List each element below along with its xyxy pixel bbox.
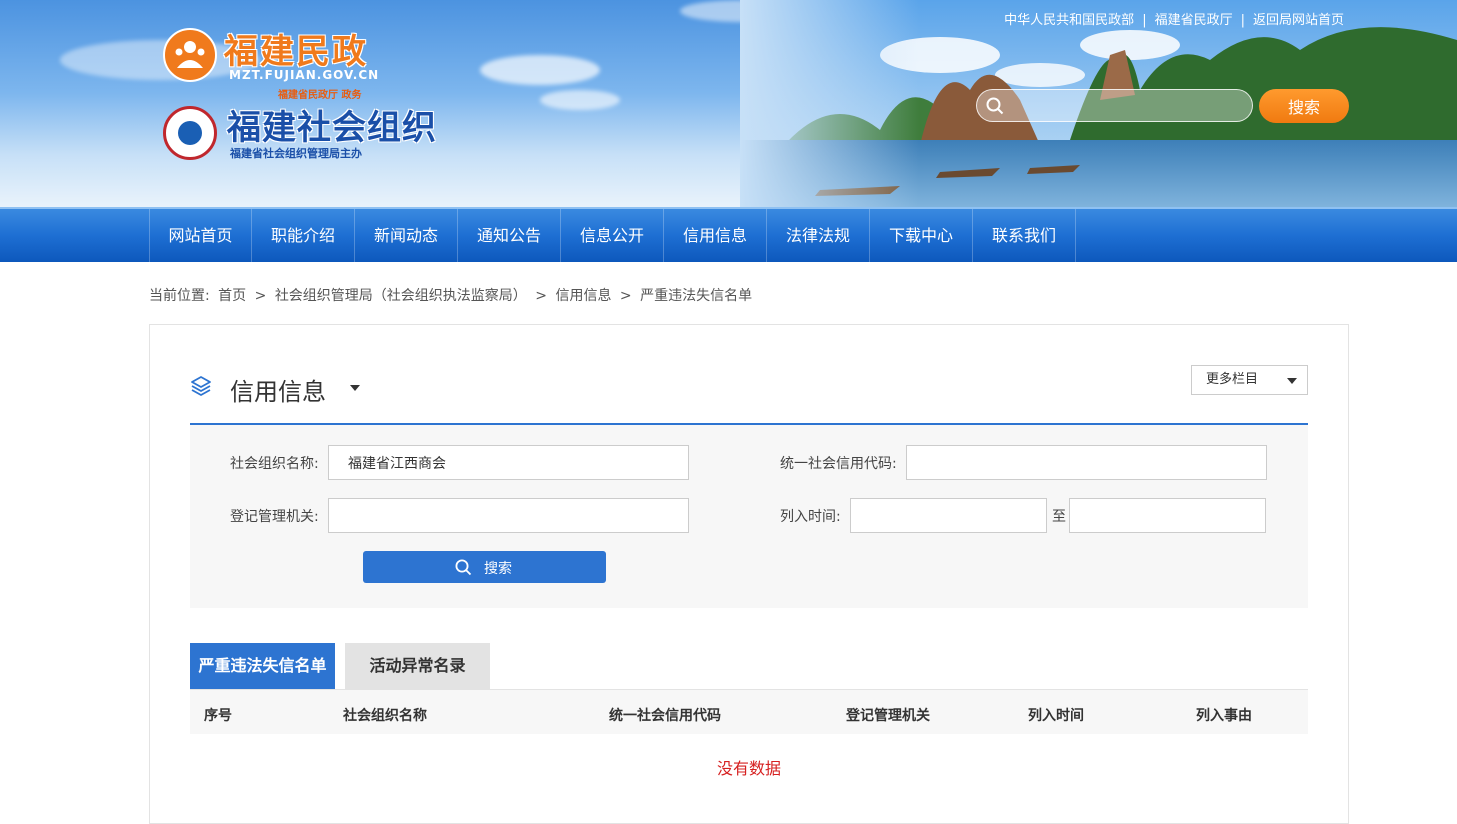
logo1-url: MZT.FUJIAN.GOV.CN (229, 68, 380, 82)
date-range-separator: 至 (1052, 509, 1066, 525)
date-to-input[interactable] (1069, 498, 1266, 533)
nav-item-home[interactable]: 网站首页 (150, 209, 252, 262)
breadcrumb-separator: > (254, 288, 267, 304)
date-label: 列入时间: (780, 509, 841, 525)
nav-item-downloads[interactable]: 下载中心 (870, 209, 973, 262)
registry-label: 登记管理机关: (230, 509, 319, 525)
breadcrumb-home[interactable]: 首页 (218, 288, 246, 304)
nav-item-credit-info[interactable]: 信用信息 (664, 209, 767, 262)
logo1-title: 福建民政 (224, 32, 368, 72)
chevron-down-icon (1287, 378, 1297, 384)
filter-search-button[interactable]: 搜索 (363, 551, 606, 583)
breadcrumb-separator: > (535, 288, 547, 304)
breadcrumb-credit-info[interactable]: 信用信息 (555, 288, 611, 304)
org-name-label: 社会组织名称: (230, 456, 319, 472)
link-ministry-civil-affairs[interactable]: 中华人民共和国民政部 (1004, 13, 1134, 28)
credit-code-input[interactable] (906, 445, 1267, 480)
main-nav: 网站首页 职能介绍 新闻动态 通知公告 信息公开 信用信息 法律法规 下载中心 … (0, 207, 1457, 262)
site-title: 福建社会组织 (227, 108, 437, 148)
table-header: 序号 社会组织名称 统一社会信用代码 登记管理机关 列入时间 列入事由 (190, 689, 1308, 734)
filter-search-label: 搜索 (484, 561, 512, 577)
column-header-index: 序号 (204, 708, 232, 724)
empty-state-text: 没有数据 (716, 759, 781, 778)
search-filter-form: 社会组织名称: 统一社会信用代码: 登记管理机关: 列入时间: 至 搜索 (190, 423, 1308, 608)
logo1-subtitle: 福建省民政厅 政务 (278, 90, 362, 101)
column-header-org-name: 社会组织名称 (343, 708, 427, 724)
nav-item-functions[interactable]: 职能介绍 (252, 209, 355, 262)
date-from-input[interactable] (850, 498, 1047, 533)
social-organization-logo-icon (163, 106, 217, 160)
cloud-decoration (540, 90, 620, 110)
site-search-box (976, 89, 1253, 122)
site-header: 中华人民共和国民政部 | 福建省民政厅 | 返回局网站首页 福建民政 MZT.FUJIA… (0, 0, 1457, 207)
search-icon (455, 559, 472, 576)
column-header-listed-date: 列入时间 (1028, 708, 1084, 724)
column-header-reason: 列入事由 (1196, 708, 1252, 724)
panel-title: 信用信息 (230, 378, 326, 406)
nav-item-notices[interactable]: 通知公告 (458, 209, 561, 262)
more-columns-label: 更多栏目 (1206, 372, 1259, 387)
breadcrumb-prefix: 当前位置: (149, 288, 210, 304)
nav-item-contact[interactable]: 联系我们 (973, 209, 1076, 262)
cloud-decoration (480, 55, 600, 85)
site-search-button[interactable]: 搜索 (1259, 89, 1349, 123)
site-subtitle: 福建省社会组织管理局主办 (230, 147, 362, 160)
search-icon (986, 97, 1004, 115)
tab-abnormal-activity-list[interactable]: 活动异常名录 (345, 643, 490, 689)
layers-icon (191, 376, 211, 396)
breadcrumb-current: 严重违法失信名单 (640, 288, 753, 304)
credit-code-label: 统一社会信用代码: (780, 456, 897, 472)
credit-info-panel: 信用信息 更多栏目 社会组织名称: 统一社会信用代码: 登记管理机关: 列入时间… (149, 324, 1349, 824)
org-name-input[interactable] (328, 445, 689, 480)
breadcrumb-bureau[interactable]: 社会组织管理局（社会组织执法监察局） (275, 288, 527, 304)
breadcrumb: 当前位置: 首页 > 社会组织管理局（社会组织执法监察局） > 信用信息 > 严… (149, 285, 756, 305)
tab-serious-violation-list[interactable]: 严重违法失信名单 (190, 643, 335, 689)
nav-item-laws[interactable]: 法律法规 (767, 209, 870, 262)
breadcrumb-separator: > (619, 288, 632, 304)
top-links: 中华人民共和国民政部 | 福建省民政厅 | 返回局网站首页 (1004, 13, 1344, 28)
site-search-input[interactable] (1013, 93, 1247, 120)
fujian-civil-affairs-logo-icon (163, 28, 217, 82)
link-return-home[interactable]: 返回局网站首页 (1253, 13, 1344, 28)
column-header-credit-code: 统一社会信用代码 (609, 708, 721, 724)
nav-item-news[interactable]: 新闻动态 (355, 209, 458, 262)
registry-input[interactable] (328, 498, 689, 533)
nav-item-info-disclosure[interactable]: 信息公开 (561, 209, 664, 262)
column-header-registry: 登记管理机关 (846, 708, 930, 724)
link-fujian-civil-affairs[interactable]: 福建省民政厅 (1155, 13, 1233, 28)
more-columns-select[interactable]: 更多栏目 (1191, 365, 1308, 395)
chevron-down-icon[interactable] (350, 385, 360, 391)
